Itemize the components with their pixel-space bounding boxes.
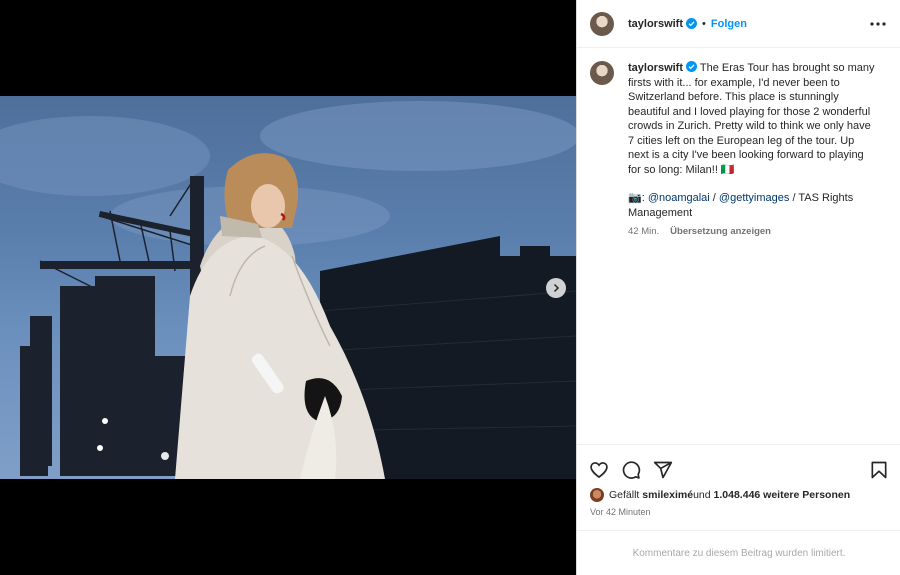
translate-button[interactable]: Übersetzung anzeigen	[670, 225, 771, 240]
avatar[interactable]	[590, 61, 614, 85]
liker-avatar[interactable]	[590, 488, 604, 502]
credit-link-noamgalai[interactable]: @noamgalai	[648, 192, 710, 204]
credit-link-gettyimages[interactable]: @gettyimages	[719, 192, 789, 204]
credit-separator: /	[709, 192, 719, 204]
post-sidebar: taylorswift • Folgen taylorswift The Era…	[576, 0, 900, 575]
username-link[interactable]: taylorswift	[628, 18, 683, 30]
likes-middle: und	[693, 489, 711, 501]
bookmark-icon[interactable]	[869, 460, 889, 480]
next-slide-button[interactable]	[546, 278, 566, 298]
likes-summary: Gefällt smileximé und 1.048.446 weitere …	[590, 488, 850, 502]
caption-text-block: taylorswift The Eras Tour has brought so…	[628, 61, 878, 177]
post-caption: taylorswift The Eras Tour has brought so…	[577, 48, 900, 240]
likes-count[interactable]: 1.048.446 weitere Personen	[714, 489, 851, 501]
liker-username[interactable]: smileximé	[642, 489, 693, 501]
credit-prefix: 📷:	[628, 192, 648, 204]
verified-badge-icon	[686, 18, 698, 29]
caption-time: 42 Min.	[628, 226, 660, 237]
chevron-right-icon	[553, 283, 560, 293]
post-timestamp[interactable]: Vor 42 Minuten	[590, 507, 651, 517]
post-photo	[0, 96, 576, 479]
more-options-button[interactable]	[868, 18, 888, 30]
likes-prefix: Gefällt	[609, 489, 640, 501]
separator: •	[702, 17, 706, 30]
verified-badge-icon	[686, 61, 698, 72]
caption-body: taylorswift The Eras Tour has brought so…	[628, 61, 878, 240]
heart-icon[interactable]	[589, 460, 609, 480]
caption-text: The Eras Tour has brought so many firsts…	[628, 62, 875, 176]
photo-credit: 📷: @noamgalai / @gettyimages / TAS Right…	[628, 191, 878, 220]
post-media	[0, 0, 576, 575]
more-options-icon	[870, 21, 886, 26]
caption-meta: 42 Min. Übersetzung anzeigen	[628, 225, 878, 240]
avatar[interactable]	[590, 11, 614, 36]
post-header: taylorswift • Folgen	[577, 0, 900, 48]
comments-limited-notice: Kommentare zu diesem Beitrag wurden limi…	[577, 530, 900, 575]
share-icon[interactable]	[653, 460, 673, 480]
action-bar	[577, 444, 900, 484]
caption-username[interactable]: taylorswift	[628, 62, 683, 74]
follow-button[interactable]: Folgen	[711, 18, 747, 30]
comment-icon[interactable]	[621, 460, 641, 480]
